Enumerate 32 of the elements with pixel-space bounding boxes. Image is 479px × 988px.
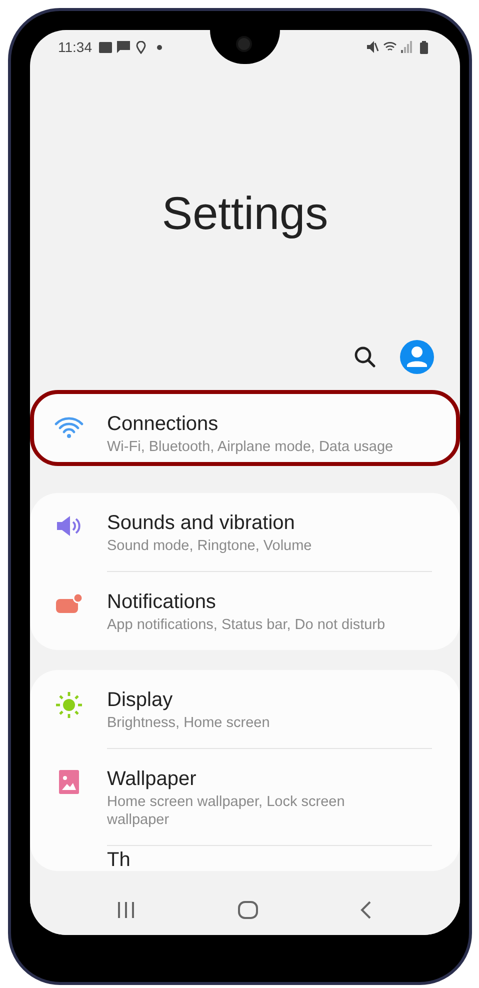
mute-icon [367,41,379,53]
settings-item[interactable]: Display Brightness, Home screen [30,670,460,748]
home-icon[interactable] [238,901,258,919]
item-subtitle: App notifications, Status bar, Do not disturb [107,616,386,634]
back-icon[interactable] [360,901,372,919]
settings-item[interactable]: Th [30,846,460,871]
item-subtitle: Home screen wallpaper, Lock screen wallpaper [107,793,346,829]
item-title: Sounds and vibration [107,511,296,535]
battery-icon [420,40,428,54]
settings-item[interactable]: Connections Wi-Fi, Bluetooth, Airplane mode, Data usage [30,390,460,466]
settings-item[interactable]: Wallpaper Home screen wallpaper, Lock screen wallpaper [30,749,460,845]
settings-item[interactable]: Sounds and vibration Sound mode, Ringtone, Volume [30,493,460,571]
status-time: 11:34 [58,38,92,56]
page-title: Settings [162,186,328,241]
item-title: Connections [107,412,220,436]
item-subtitle: Wi-Fi, Bluetooth, Airplane mode, Data usage [107,438,394,456]
item-title: Wallpaper [107,767,198,791]
item-title: Notifications [107,590,217,614]
search-icon[interactable] [354,346,376,368]
signal-icon [401,41,412,53]
image-icon [99,42,112,52]
location-icon [136,40,146,54]
wifi-status-icon [383,41,397,53]
profile-avatar-icon[interactable] [400,340,434,374]
item-subtitle: Brightness, Home screen [107,714,271,732]
recent-apps-icon[interactable] [117,902,135,918]
dot-icon [157,44,162,50]
settings-item[interactable]: Notifications App notifications, Status bar, Do not disturb [30,572,460,650]
item-title: Display [107,688,174,712]
item-subtitle: Sound mode, Ringtone, Volume [107,537,313,555]
message-icon [117,41,130,53]
item-title: Th [107,849,132,871]
